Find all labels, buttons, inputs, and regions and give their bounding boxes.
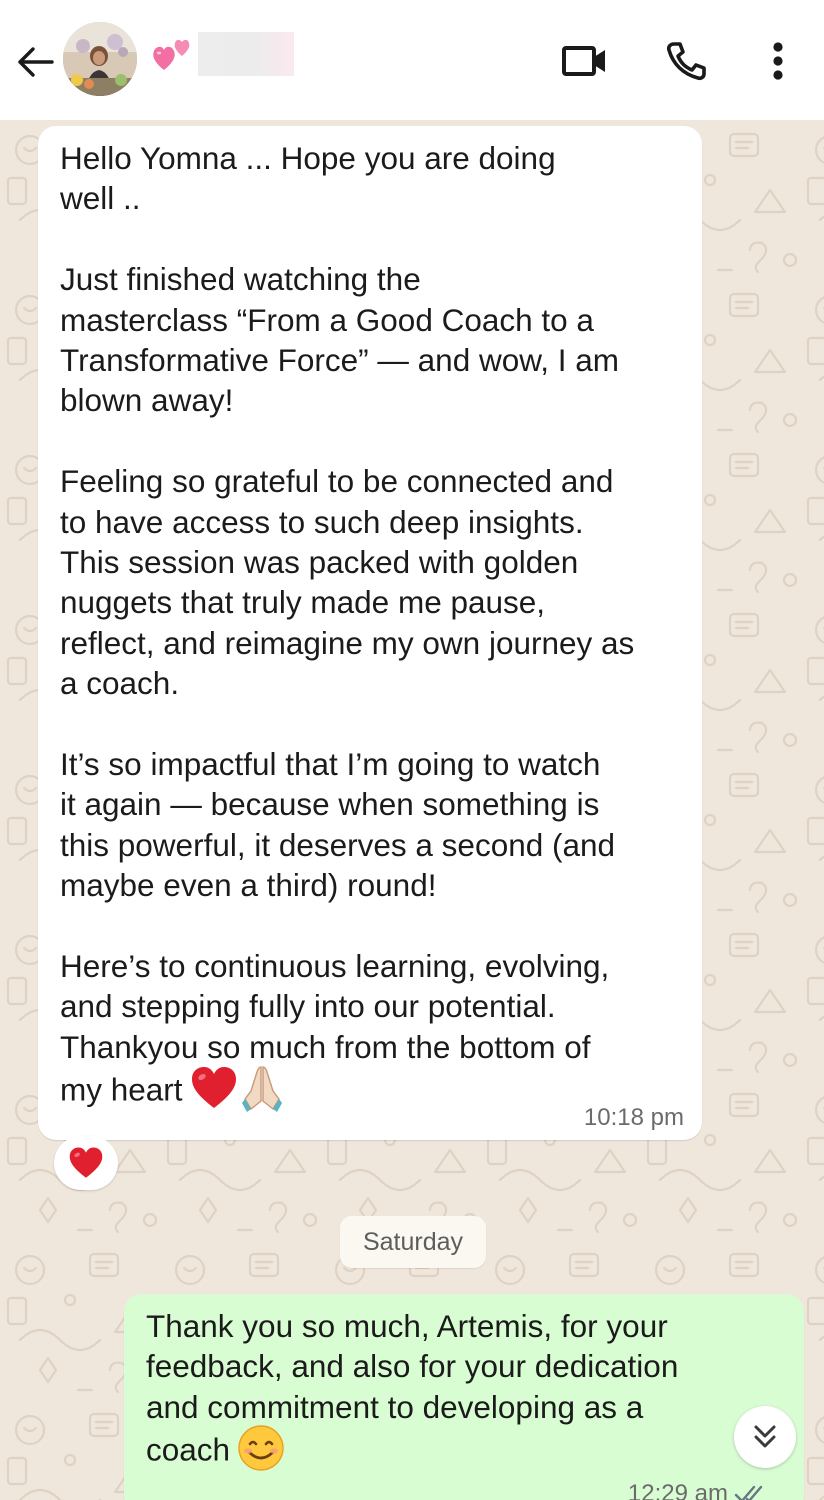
two-hearts-emoji [153,39,190,70]
text-line: and stepping fully into our potential. [60,988,556,1025]
text-line: This session was packed with golden [60,544,579,581]
text-line: Feeling so grateful to be connected and [60,463,614,500]
text-line: to have access to such deep insights. [60,503,584,540]
scroll-to-bottom-button[interactable] [734,1406,796,1468]
folded-hands-emoji [241,1066,282,1113]
voice-call-button[interactable] [658,36,714,86]
outgoing-message-bubble[interactable]: Thank you so much, Artemis, for your fee… [124,1294,804,1500]
message-paragraph: Hello Yomna ... Hope you are doing well … [60,138,690,219]
text-line: a coach. [60,665,180,702]
text-line: blown away! [60,382,234,419]
text-line: it again — because when something is [60,786,600,823]
text-line: this powerful, it deserves a second (and [60,826,616,863]
text-line: nuggets that truly made me pause, [60,584,546,621]
chat-area[interactable]: Hello Yomna ... Hope you are doing well … [0,120,824,1500]
text-line-content: coach [146,1431,231,1468]
more-vertical-icon [773,42,783,80]
profile-photo [63,22,137,96]
message-text: Thank you so much, Artemis, for your fee… [146,1306,786,1477]
message-paragraph: Just finished watching the masterclass “… [60,259,690,421]
avatar[interactable] [63,22,137,96]
message-paragraph: It’s so impactful that I’m going to watc… [60,744,690,906]
arrow-left-icon [18,47,54,77]
text-line: reflect, and reimagine my own journey as [60,624,635,661]
red-heart-emoji [69,1147,103,1178]
text-line: It’s so impactful that I’m going to watc… [60,746,601,783]
chat-header: ████ [0,0,824,120]
voice-call-icon [666,42,706,81]
video-call-button[interactable] [556,36,614,86]
double-chevron-down-icon [754,1425,776,1448]
red-heart-emoji [191,1067,236,1109]
text-line-content: my heart [60,1071,183,1108]
smiling-face-emoji [238,1425,284,1471]
message-timestamp: 12:29 am [627,1480,728,1500]
text-line: and commitment to developing as a [146,1388,644,1425]
text-line: Thank you so much, Artemis, for your [146,1308,668,1344]
message-text: Hello Yomna ... Hope you are doing well … [60,138,690,1117]
double-check-icon [734,1485,763,1500]
text-line: Thankyou so much from the bottom of [60,1028,591,1065]
text-line: Transformative Force” — and wow, I am [60,342,620,379]
more-options-button[interactable] [758,36,798,86]
message-paragraph: Feeling so grateful to be connected and … [60,461,690,703]
text-line: Hello Yomna ... Hope you are doing [60,140,556,176]
text-line: well .. [60,180,141,217]
message-meta: 12:29 am [628,1480,768,1500]
message-timestamp: 10:18 pm [583,1104,684,1131]
date-separator: Saturday [340,1216,486,1268]
text-line: maybe even a third) round! [60,867,437,904]
text-line: masterclass “From a Good Coach to a [60,301,594,338]
video-call-icon [562,46,605,76]
back-button[interactable] [10,40,60,84]
text-line: feedback, and also for your dedication [146,1348,679,1385]
text-line: Just finished watching the [60,261,421,298]
text-line: Here’s to continuous learning, evolving, [60,948,610,985]
incoming-message-bubble[interactable]: Hello Yomna ... Hope you are doing well … [38,126,702,1140]
contact-name[interactable]: ████ [150,32,295,76]
message-paragraph: Here’s to continuous learning, evolving,… [60,946,690,1117]
contact-name-label: ████ [198,32,295,76]
message-reaction[interactable] [54,1136,118,1190]
text-line: coach [146,1425,786,1477]
